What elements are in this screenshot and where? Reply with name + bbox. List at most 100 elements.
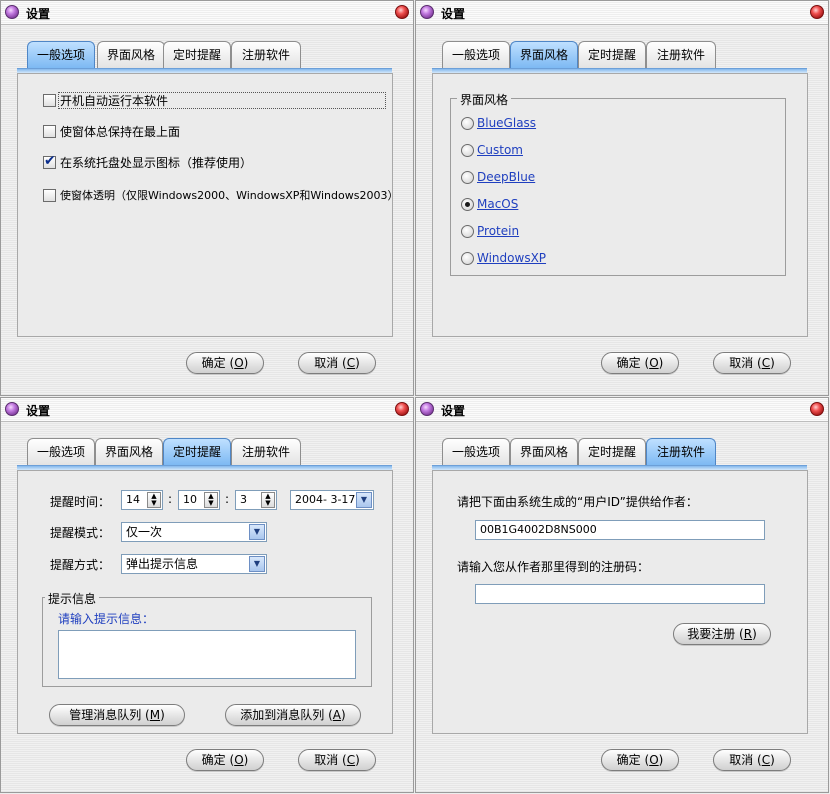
manage-key: M <box>149 708 161 722</box>
radio-deepblue[interactable] <box>461 171 474 184</box>
checkbox-transparent[interactable] <box>43 189 56 202</box>
cancel-button[interactable]: 取消 (C) <box>298 352 376 374</box>
tab-register[interactable]: 注册软件 <box>646 41 716 68</box>
prompt-textarea[interactable] <box>58 630 356 679</box>
checkbox-tray-icon[interactable]: ✔ <box>43 153 56 169</box>
time-separator: : <box>168 492 173 506</box>
ok-label: 确定 <box>616 356 641 370</box>
radio-custom-label[interactable]: Custom <box>477 143 523 157</box>
radio-macos-label[interactable]: MacOS <box>477 197 518 211</box>
cancel-button[interactable]: 取消 (C) <box>713 352 791 374</box>
tab-general[interactable]: 一般选项 <box>27 438 95 465</box>
window-menu-icon[interactable] <box>420 5 434 19</box>
ok-button[interactable]: 确定 (O) <box>601 352 679 374</box>
minute-stepper[interactable]: 10 ▲ ▼ <box>178 490 220 510</box>
second-stepper[interactable]: 3 ▲ ▼ <box>235 490 277 510</box>
date-picker[interactable]: 2004- 3-17 ▼ <box>290 490 374 510</box>
cancel-key: C <box>761 753 771 767</box>
radio-windowsxp[interactable] <box>461 252 474 265</box>
checkbox-always-on-top-label[interactable]: 使窗体总保持在最上面 <box>60 123 180 140</box>
tab-reminder[interactable]: 定时提醒 <box>163 438 231 467</box>
close-icon[interactable] <box>810 402 824 416</box>
register-code-input[interactable] <box>475 584 765 604</box>
radio-protein-label[interactable]: Protein <box>477 224 519 238</box>
radio-selected-dot <box>465 202 470 207</box>
add-label: 添加到消息队列 <box>240 708 325 722</box>
hour-spin-icon[interactable]: ▲ ▼ <box>147 492 161 508</box>
hour-stepper[interactable]: 14 ▲ ▼ <box>121 490 163 510</box>
user-id-value: 00B1G4002D8NS000 <box>480 523 597 536</box>
tab-reminder[interactable]: 定时提醒 <box>578 438 646 465</box>
checkbox-transparent-label[interactable]: 使窗体透明（仅限Windows2000、WindowsXP和Windows200… <box>60 187 398 203</box>
chevron-down-icon[interactable]: ▼ <box>249 524 265 540</box>
minute-spin-icon[interactable]: ▲ ▼ <box>204 492 218 508</box>
radio-blueglass[interactable] <box>461 117 474 130</box>
tab-reminder[interactable]: 定时提醒 <box>578 41 646 68</box>
cancel-key: C <box>346 753 356 767</box>
tab-style[interactable]: 界面风格 <box>510 438 578 465</box>
close-icon[interactable] <box>395 5 409 19</box>
settings-window-style: 设置 一般选项 界面风格 定时提醒 注册软件 界面风格 BlueGlass Cu… <box>415 0 829 396</box>
title-bar[interactable]: 设置 <box>416 398 828 422</box>
ok-button[interactable]: 确定 (O) <box>186 352 264 374</box>
radio-protein[interactable] <box>461 225 474 238</box>
close-icon[interactable] <box>810 5 824 19</box>
skin-group-title: 界面风格 <box>457 91 512 108</box>
radio-macos[interactable] <box>461 198 474 211</box>
date-value: 2004- 3-17 <box>295 493 356 506</box>
register-key: R <box>743 627 753 641</box>
ok-key: O <box>649 753 659 767</box>
tab-general[interactable]: 一般选项 <box>442 438 510 465</box>
cancel-button[interactable]: 取消 (C) <box>298 749 376 771</box>
settings-window-register: 设置 一般选项 界面风格 定时提醒 注册软件 请把下面由系统生成的“用户ID”提… <box>415 397 829 793</box>
radio-deepblue-label[interactable]: DeepBlue <box>477 170 535 184</box>
ok-key: O <box>649 356 659 370</box>
tab-register[interactable]: 注册软件 <box>231 41 301 68</box>
checkbox-always-on-top[interactable] <box>43 125 56 138</box>
window-menu-icon[interactable] <box>5 5 19 19</box>
ok-button[interactable]: 确定 (O) <box>601 749 679 771</box>
hour-value: 14 <box>126 493 140 506</box>
title-bar[interactable]: 设置 <box>1 398 413 422</box>
add-to-queue-button[interactable]: 添加到消息队列 (A) <box>225 704 361 726</box>
user-id-field[interactable]: 00B1G4002D8NS000 <box>475 520 765 540</box>
window-menu-icon[interactable] <box>5 402 19 416</box>
window-menu-icon[interactable] <box>420 402 434 416</box>
checkbox-autostart-label[interactable]: 开机自动运行本软件 <box>60 92 168 109</box>
ok-button[interactable]: 确定 (O) <box>186 749 264 771</box>
reminder-panel: 提醒时间： 14 ▲ ▼ : 10 ▲ ▼ : 3 ▲ ▼ 2004- 3-17 ▼ 提醒模式… <box>17 470 393 734</box>
style-panel: 界面风格 BlueGlass Custom DeepBlue MacOS Pro… <box>432 73 808 337</box>
chevron-down-icon[interactable]: ▼ <box>356 492 372 508</box>
tab-register[interactable]: 注册软件 <box>646 438 716 467</box>
register-button[interactable]: 我要注册 (R) <box>673 623 771 645</box>
radio-windowsxp-label[interactable]: WindowsXP <box>477 251 546 265</box>
tab-style[interactable]: 界面风格 <box>97 41 165 68</box>
title-bar[interactable]: 设置 <box>1 1 413 25</box>
cancel-button[interactable]: 取消 (C) <box>713 749 791 771</box>
ok-label: 确定 <box>201 753 226 767</box>
chevron-down-icon[interactable]: ▼ <box>249 556 265 572</box>
manage-label: 管理消息队列 <box>69 708 142 722</box>
mode-value: 仅一次 <box>126 525 163 539</box>
checkbox-autostart[interactable] <box>43 94 56 107</box>
mode-select[interactable]: 仅一次 ▼ <box>121 522 267 542</box>
prompt-group-title: 提示信息 <box>45 590 100 607</box>
tab-register[interactable]: 注册软件 <box>231 438 301 465</box>
close-icon[interactable] <box>395 402 409 416</box>
tab-style[interactable]: 界面风格 <box>95 438 163 465</box>
cancel-label: 取消 <box>729 753 754 767</box>
method-value: 弹出提示信息 <box>126 557 199 571</box>
second-spin-icon[interactable]: ▲ ▼ <box>261 492 275 508</box>
tab-general[interactable]: 一般选项 <box>442 41 510 68</box>
manage-queue-button[interactable]: 管理消息队列 (M) <box>49 704 185 726</box>
tab-general[interactable]: 一般选项 <box>27 41 95 70</box>
tab-reminder[interactable]: 定时提醒 <box>163 41 231 68</box>
radio-blueglass-label[interactable]: BlueGlass <box>477 116 536 130</box>
radio-custom[interactable] <box>461 144 474 157</box>
method-select[interactable]: 弹出提示信息 ▼ <box>121 554 267 574</box>
title-bar[interactable]: 设置 <box>416 1 828 25</box>
code-label: 请输入您从作者那里得到的注册码： <box>457 560 650 574</box>
checkbox-tray-icon-label[interactable]: 在系统托盘处显示图标（推荐使用） <box>60 154 252 171</box>
add-key: A <box>332 708 342 722</box>
tab-style[interactable]: 界面风格 <box>510 41 578 70</box>
